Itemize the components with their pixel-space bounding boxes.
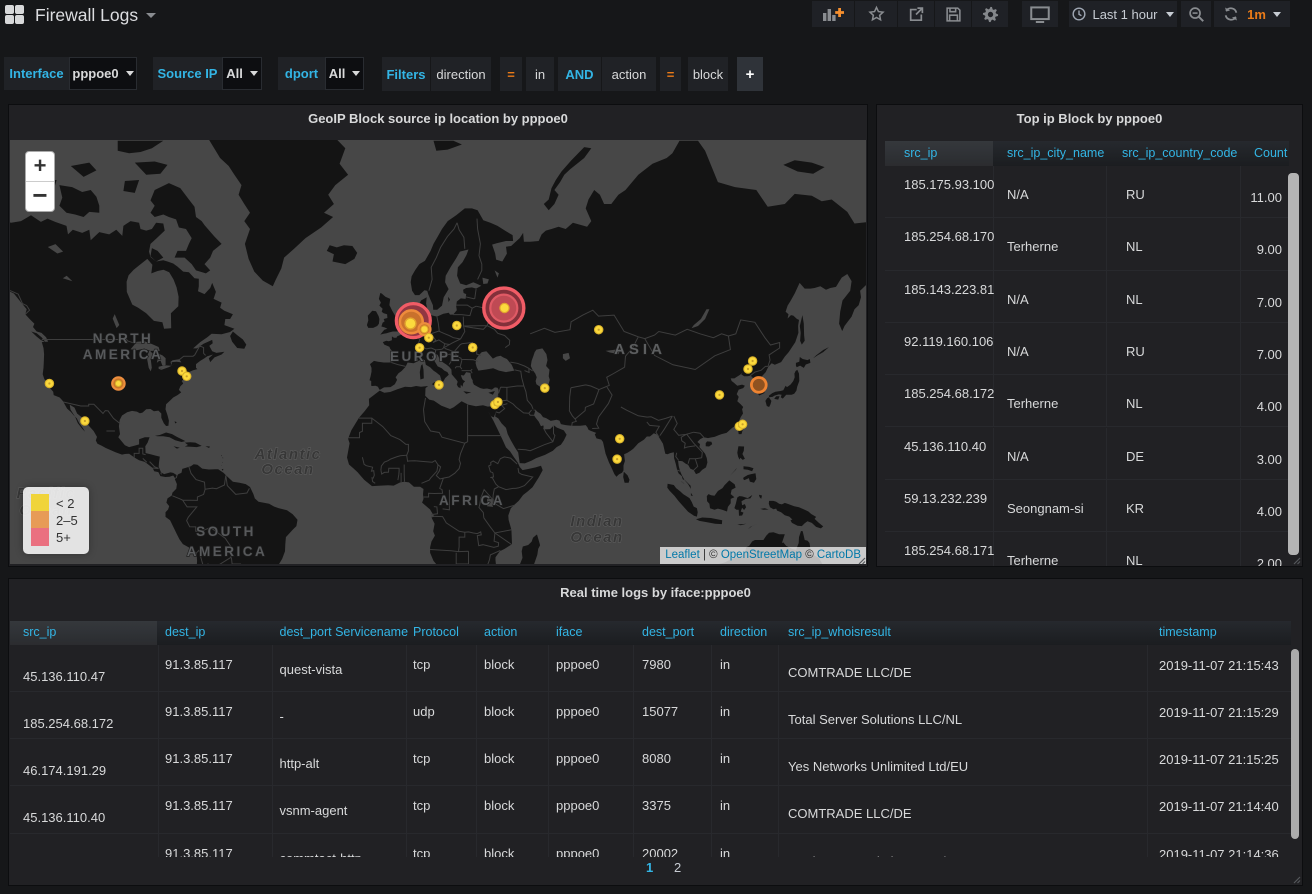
svg-text:NORTH: NORTH xyxy=(93,331,154,346)
svg-text:Ocean: Ocean xyxy=(570,529,623,546)
svg-text:AFRICA: AFRICA xyxy=(439,493,505,508)
svg-text:Indian: Indian xyxy=(570,513,623,530)
svg-text:AMERICA: AMERICA xyxy=(83,347,164,362)
svg-text:SOUTH: SOUTH xyxy=(196,524,256,539)
svg-text:Ocean: Ocean xyxy=(261,461,314,478)
svg-text:EUROPE: EUROPE xyxy=(390,349,462,364)
svg-text:ASIA: ASIA xyxy=(614,341,666,358)
svg-text:AMERICA: AMERICA xyxy=(187,544,268,559)
